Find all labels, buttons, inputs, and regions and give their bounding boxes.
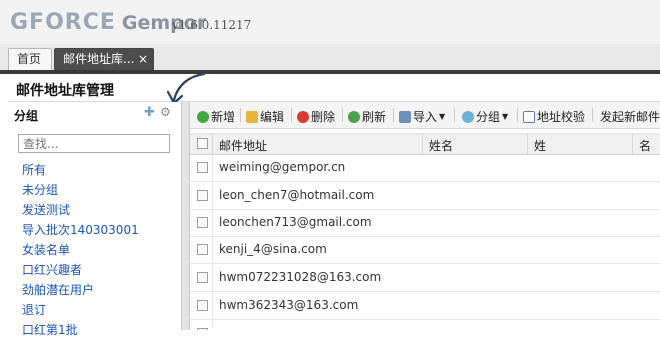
group-item-unsubscribed[interactable]: 退订 [22,300,139,320]
app-header: GFORCE Gempor v1.6.0.11217 [0,0,660,44]
import-button[interactable]: 导入 ▼ [399,108,445,125]
group-button[interactable]: 分组 ▼ [462,108,508,125]
row-checkbox[interactable] [197,217,208,228]
toolbar-separator [240,108,241,122]
group-item-all[interactable]: 所有 [22,160,139,180]
dropdown-arrow-icon: ▼ [502,112,509,121]
row-email: kenji_4@sina.com [219,242,327,256]
column-header-surname[interactable]: 姓 [534,137,546,154]
column-divider [632,134,633,154]
column-divider [212,236,213,263]
dropdown-arrow-icon: ▼ [439,112,446,121]
table-row[interactable]: leonchen713@gmail.com [190,209,660,237]
column-divider [212,134,213,154]
row-checkbox[interactable] [197,162,208,173]
row-checkbox[interactable] [197,190,208,201]
grid-header: 邮件地址 姓名 姓 名 [190,133,660,155]
delete-icon [297,110,309,123]
row-email: weiming@gempor.cn [219,160,346,174]
tab-home-label: 首页 [17,52,42,66]
toolbar-separator [592,108,593,122]
column-divider [212,292,213,319]
group-search-input[interactable] [18,134,170,153]
add-icon [197,110,209,123]
delete-button[interactable]: 删除 [297,108,335,125]
column-divider [212,154,213,181]
gear-icon[interactable]: ⚙ [160,105,171,119]
import-icon [399,110,411,123]
verify-address-button-label: 地址校验 [537,110,586,124]
tab-address-library-label: 邮件地址库... [63,52,135,66]
refresh-button-label: 刷新 [362,110,387,124]
tab-bar-rule [0,70,660,74]
group-item-ungrouped[interactable]: 未分组 [22,180,139,200]
refresh-button[interactable]: 刷新 [348,108,386,125]
table-row[interactable]: hwm072231028@163.com [190,264,660,292]
column-divider [212,182,213,209]
table-row[interactable]: weiming@gempor.cn [190,154,660,182]
send-new-mail-button[interactable]: 发起新邮件 [600,108,660,125]
row-email: hwm072231028@163.com [219,270,382,284]
row-email: hwm362343@163.com [219,298,359,312]
edit-button-label: 编辑 [260,110,285,124]
column-divider [422,134,423,154]
import-button-label: 导入 [413,110,438,124]
group-item-import-batch[interactable]: 导入批次140303001 [22,220,139,240]
tab-address-library[interactable]: 邮件地址库... × [54,48,154,70]
panel-splitter[interactable] [181,102,190,330]
send-new-mail-button-label: 发起新邮件 [600,110,660,124]
column-divider [527,134,528,154]
column-header-name[interactable]: 姓名 [429,137,453,154]
row-checkbox[interactable] [197,244,208,255]
group-list: 所有 未分组 发送测试 导入批次140303001 女装名单 口红兴趣者 劲舶潜… [22,160,139,340]
plus-icon[interactable]: ✚ [144,105,155,120]
row-checkbox[interactable] [197,300,208,311]
groups-panel-header: 分组 ✚ ⚙ [8,102,181,126]
group-button-label: 分组 [476,110,501,124]
toolbar-separator [517,108,518,122]
toolbar-separator [291,108,292,122]
grid-toolbar: 新增 编辑 删除 刷新 导入 ▼ 分组 ▼ 地址校验 发起新邮件 [190,102,660,129]
new-button[interactable]: 新增 [197,108,235,125]
address-grid-panel: 新增 编辑 删除 刷新 导入 ▼ 分组 ▼ 地址校验 发起新邮件 邮件地址 姓名… [190,102,660,330]
toolbar-separator [393,108,394,122]
new-button-label: 新增 [211,110,236,124]
group-icon [462,110,474,123]
group-item-lipstick-interest[interactable]: 口红兴趣者 [22,260,139,280]
column-divider [212,264,213,291]
column-divider [212,209,213,236]
edit-button[interactable]: 编辑 [246,108,284,125]
delete-button-label: 删除 [311,110,336,124]
close-icon[interactable]: × [138,49,148,70]
tab-bar: 首页 邮件地址库... × [0,44,660,74]
page-title: 邮件地址库管理 [16,83,114,99]
edit-icon [246,110,258,123]
column-header-email[interactable]: 邮件地址 [219,137,267,154]
group-item-lipstick-batch1[interactable]: 口红第1批 [22,320,139,340]
refresh-icon [348,110,360,123]
groups-panel: 分组 ✚ ⚙ 所有 未分组 发送测试 导入批次140303001 女装名单 口红… [8,102,181,337]
column-divider [212,320,213,330]
table-row[interactable]: hwm362343@163.com [190,292,660,320]
toolbar-separator [454,108,455,122]
row-checkbox[interactable] [197,272,208,283]
table-row[interactable]: kenji_4@sina.com [190,236,660,264]
toolbar-separator [342,108,343,122]
logo-prefix: GFORCE [10,10,116,35]
app-version: v1.6.0.11217 [172,18,252,32]
tab-home[interactable]: 首页 [8,48,52,70]
group-item-send-test[interactable]: 发送测试 [22,200,139,220]
table-row[interactable] [190,320,660,330]
row-email: leonchen713@gmail.com [219,215,372,229]
page-title-bar: 邮件地址库管理 [8,78,660,100]
group-item-womenswear[interactable]: 女装名单 [22,240,139,260]
select-all-checkbox[interactable] [197,138,208,149]
verify-address-button[interactable]: 地址校验 [523,108,585,125]
groups-panel-title: 分组 [14,109,39,123]
column-header-given-name[interactable]: 名 [639,137,651,154]
table-icon [523,110,535,123]
row-email: leon_chen7@hotmail.com [219,188,375,202]
table-row[interactable]: leon_chen7@hotmail.com [190,182,660,210]
group-item-potential-users[interactable]: 劲舶潜在用户 [22,280,139,300]
